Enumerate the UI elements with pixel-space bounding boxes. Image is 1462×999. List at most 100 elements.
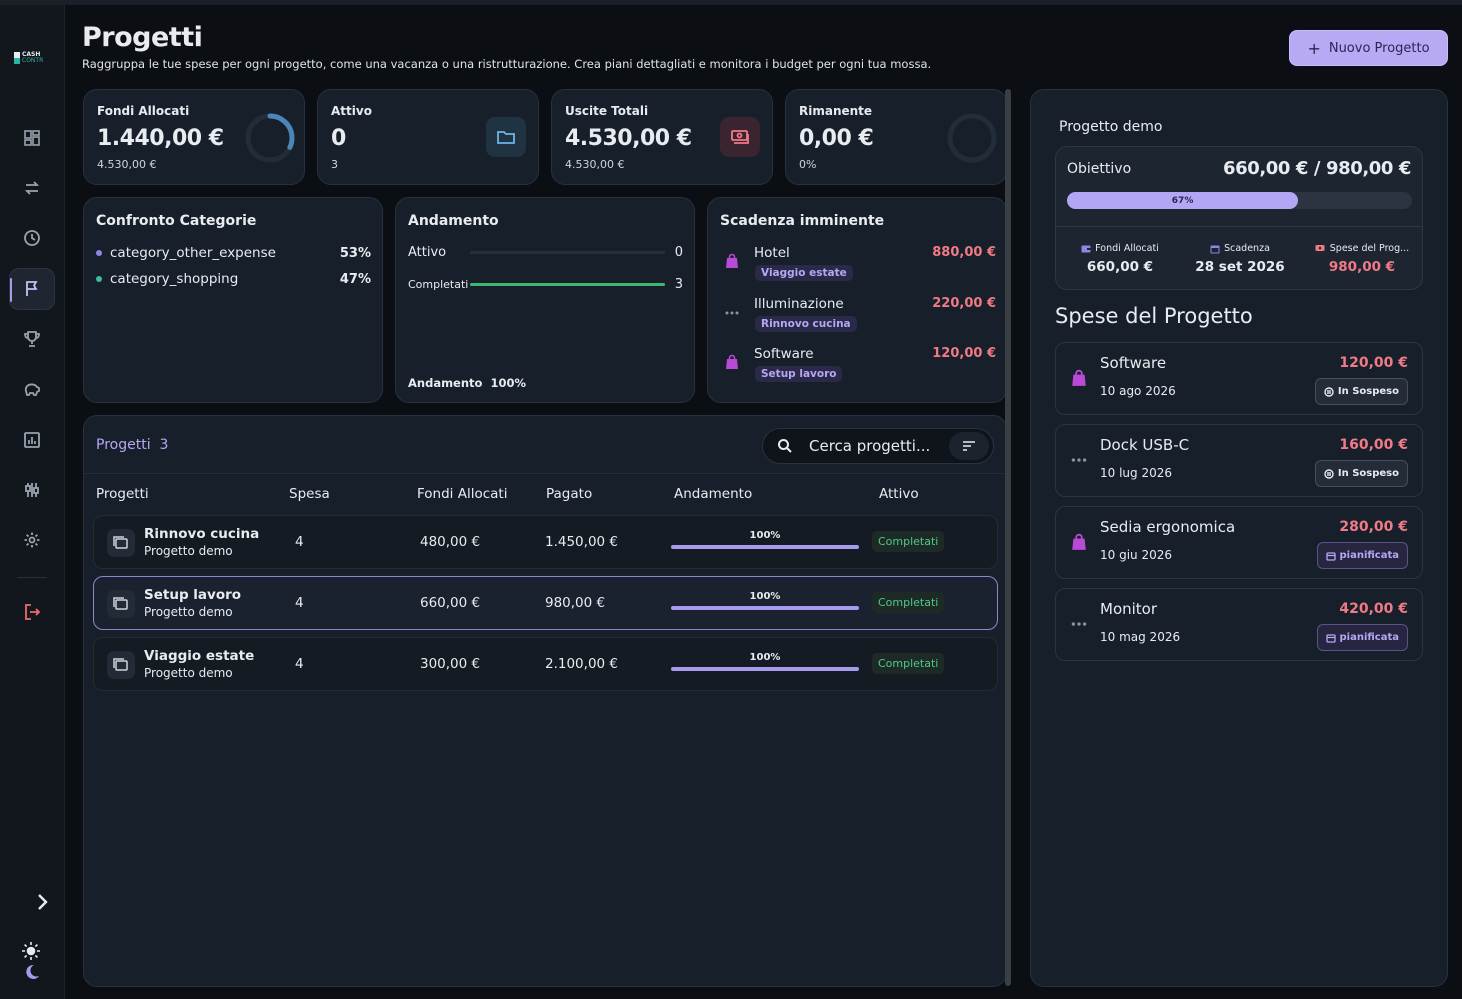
sidebar-item-dashboard[interactable] [9, 117, 55, 159]
detail-project-title: Progetto demo [1059, 119, 1163, 135]
expense-name: Sedia ergonomica [1100, 518, 1236, 536]
expense-item[interactable]: Monitor 10 mag 2026 420,00 € pianificata [1055, 588, 1423, 661]
badge-label: In Sospeso [1337, 468, 1399, 479]
flag-icon [26, 281, 38, 296]
projects-heading-label: Progetti [96, 437, 151, 453]
goal-value: 660,00 € / 980,00 € [1222, 158, 1411, 179]
goal-stat-deadline: Scadenza 28 set 2026 [1180, 243, 1300, 275]
search-input[interactable]: Cerca progetti... [809, 437, 930, 455]
sidebar-item-goals[interactable] [9, 318, 55, 360]
sidebar-item-transactions[interactable] [9, 167, 55, 209]
trend-row-completed: Completati 3 [408, 277, 683, 292]
project-progress: 100% [671, 652, 859, 671]
project-search[interactable]: Cerca progetti... [762, 428, 994, 464]
stat-card-expenses: Uscite Totali 4.530,00 € 4.530,00 € [551, 89, 773, 185]
allocated-ring [245, 113, 295, 163]
expense-date: 10 giu 2026 [1100, 548, 1172, 562]
search-icon [778, 439, 792, 453]
pending-icon [1324, 468, 1334, 479]
sidebar-item-filters[interactable] [9, 469, 55, 511]
trend-label: Completati [408, 278, 469, 291]
stat-sub: 3 [331, 158, 338, 171]
folder-icon [497, 131, 515, 144]
light-theme-button[interactable] [21, 941, 41, 965]
goal-stat-value: 660,00 € [1086, 259, 1154, 275]
dark-theme-button[interactable] [23, 963, 41, 985]
expense-amount: 120,00 € [1339, 355, 1408, 371]
sliders-icon [25, 483, 39, 497]
table-row[interactable]: Setup lavoro Progetto demo 4 660,00 € 98… [93, 576, 998, 630]
expense-item[interactable]: Dock USB-C 10 lug 2026 160,00 € In Sospe… [1055, 424, 1423, 497]
expense-item[interactable]: Software 10 ago 2026 120,00 € In Sospeso [1055, 342, 1423, 415]
sort-filter-button[interactable] [949, 432, 989, 460]
trophy-icon [24, 331, 40, 347]
expense-status-badge: pianificata [1316, 624, 1408, 651]
projects-heading: Progetti 3 [96, 437, 168, 453]
goal-stat-value: 980,00 € [1328, 259, 1396, 275]
expense-amount: 280,00 € [1339, 519, 1408, 535]
main-scrollbar[interactable] [1005, 89, 1011, 986]
due-item[interactable]: Illuminazione 220,00 € Rinnovo cucina [720, 296, 996, 340]
goal-stat-allocated: Fondi Allocati 660,00 € [1060, 243, 1180, 275]
goal-stat-project-expenses: Spese del Prog... 980,00 € [1302, 243, 1422, 275]
trend-bar-fill [470, 283, 665, 286]
plus-icon: + [1307, 38, 1321, 58]
sidebar-item-savings[interactable] [9, 368, 55, 410]
sidebar-item-settings[interactable] [9, 519, 55, 561]
sidebar-item-reports[interactable] [9, 419, 55, 461]
due-name: Software [754, 346, 814, 362]
expand-sidebar-button[interactable] [36, 893, 50, 915]
expense-amount: 420,00 € [1339, 601, 1408, 617]
shopping-bag-icon [724, 354, 740, 374]
due-amount: 220,00 € [932, 296, 996, 311]
column-header-spesa[interactable]: Spesa [289, 486, 330, 502]
app-logo[interactable]: CASH CONTR [14, 52, 43, 64]
column-header-projects[interactable]: Progetti [96, 486, 149, 502]
expense-status-badge: In Sospeso [1314, 378, 1408, 405]
stat-value: 4.530,00 € [565, 126, 692, 151]
due-item[interactable]: Software 120,00 € Setup lavoro [720, 346, 996, 390]
progress-bar [671, 545, 859, 549]
expense-item[interactable]: Sedia ergonomica 10 giu 2026 280,00 € pi… [1055, 506, 1423, 579]
sidebar-item-logout[interactable] [9, 591, 55, 633]
stat-value: 1.440,00 € [97, 126, 224, 151]
wallet-icon [1081, 245, 1091, 252]
stat-label: Attivo [331, 104, 372, 118]
table-row[interactable]: Viaggio estate Progetto demo 4 300,00 € … [93, 637, 998, 691]
cash-icon-box [720, 117, 760, 157]
table-row[interactable]: Rinnovo cucina Progetto demo 4 480,00 € … [93, 515, 998, 569]
project-spesa: 4 [295, 595, 304, 611]
status-badge: Completati [872, 592, 945, 613]
due-item[interactable]: Hotel 880,00 € Viaggio estate [720, 245, 996, 289]
sidebar-divider [17, 577, 47, 578]
trend-card: Andamento Attivo 0 Completati 3 Andament… [395, 197, 695, 403]
clock-icon [24, 230, 40, 246]
sidebar: CASH CONTR [0, 5, 65, 999]
goal-card: Obiettivo 660,00 € / 980,00 € 67% Fondi … [1055, 146, 1423, 290]
page-subtitle: Raggruppa le tue spese per ogni progetto… [82, 57, 932, 71]
expense-date: 10 ago 2026 [1100, 384, 1176, 398]
column-header-allocated[interactable]: Fondi Allocati [417, 486, 507, 502]
remaining-ring [947, 113, 997, 163]
new-project-button[interactable]: + Nuovo Progetto [1289, 30, 1448, 66]
transfer-icon [24, 181, 40, 195]
sidebar-item-projects[interactable] [9, 268, 55, 310]
pending-icon [1324, 386, 1334, 397]
column-header-progress[interactable]: Andamento [674, 486, 752, 502]
badge-label: In Sospeso [1337, 386, 1399, 397]
expense-date: 10 lug 2026 [1100, 466, 1172, 480]
stat-card-remaining: Rimanente 0,00 € 0% [785, 89, 1007, 185]
trend-footer: Andamento 100% [408, 376, 526, 390]
shopping-bag-icon [1070, 533, 1088, 555]
column-header-paid[interactable]: Pagato [546, 486, 592, 502]
chevron-right-icon [38, 894, 48, 910]
gear-icon [24, 532, 40, 548]
sidebar-item-history[interactable] [9, 217, 55, 259]
more-icon [724, 304, 740, 324]
due-project-tag: Setup lavoro [755, 366, 843, 382]
column-header-status[interactable]: Attivo [879, 486, 919, 502]
due-soon-card: Scadenza imminente Hotel 880,00 € Viaggi… [707, 197, 1007, 403]
goal-progress-fill: 67% [1067, 192, 1299, 209]
expense-status-badge: pianificata [1316, 542, 1408, 569]
trend-row-active: Attivo 0 [408, 245, 683, 260]
